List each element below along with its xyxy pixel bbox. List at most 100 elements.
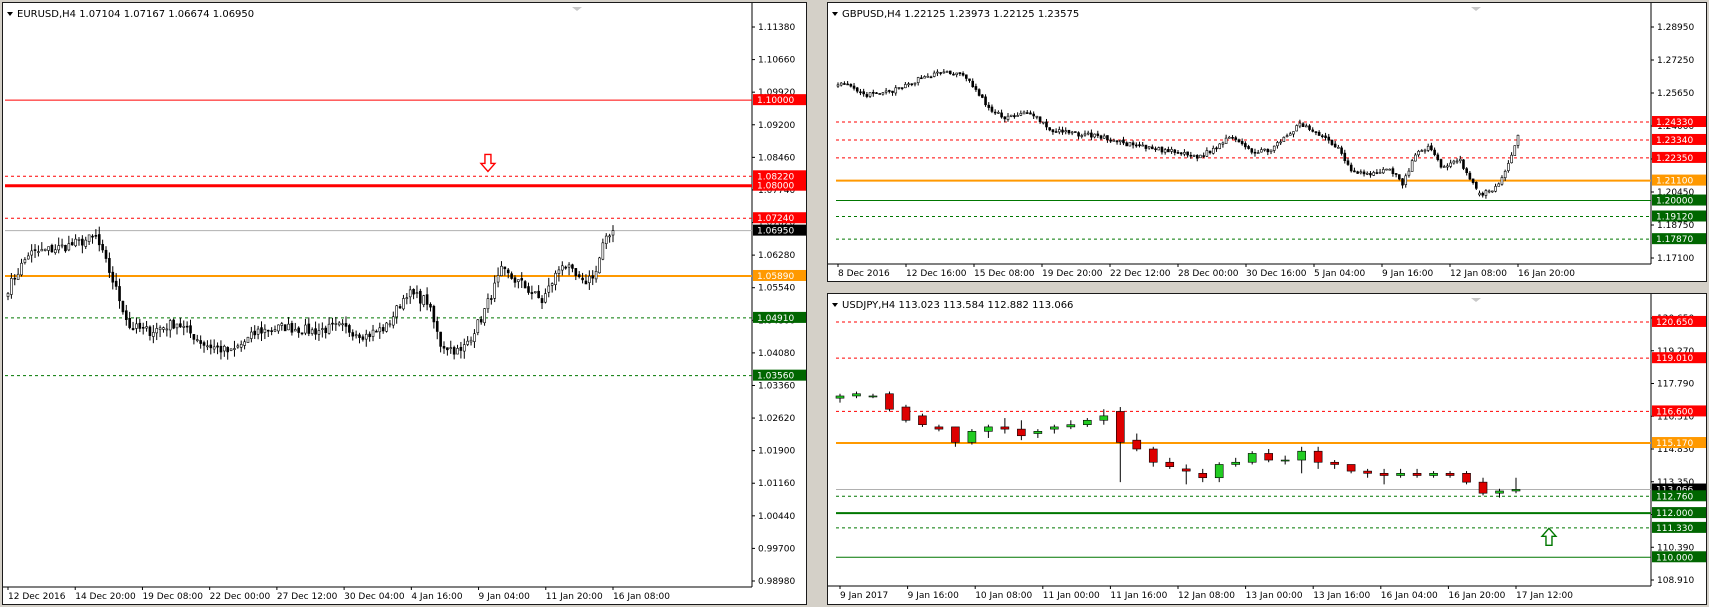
candle-body [517,279,520,282]
candle-body [533,291,537,294]
candle-body [1077,132,1080,137]
candle-body [344,323,348,327]
price-tick-label: 1.11380 [758,23,795,33]
candle-body [54,249,57,254]
candle-body [1388,168,1391,171]
candle-body [1458,158,1462,162]
candle-body [473,333,476,342]
candle-body [1035,115,1039,118]
price-tag-text: 1.19120 [1656,212,1693,222]
chart-canvas-eurusd[interactable]: EURUSD,H4 1.07104 1.07167 1.06674 1.0695… [3,3,807,605]
candle-body [1363,470,1372,474]
candle-body [250,331,253,339]
candle-body [1478,192,1481,196]
candle-body [1260,149,1263,153]
candle-body [500,265,503,277]
candle-body [1032,113,1035,117]
candle-body [371,329,375,337]
candle-body [381,327,385,332]
candle-body [408,289,412,298]
candle-body [1356,171,1359,174]
candle-body [287,323,290,331]
candle-body [206,345,209,348]
candle-body [118,286,121,302]
time-tick-label: 5 Jan 04:00 [1314,269,1366,279]
time-tick-label: 16 Jan 08:00 [613,592,670,602]
candle-body [1449,162,1452,167]
chart-window-eurusd[interactable]: EURUSD,H4 1.07104 1.07167 1.06674 1.0695… [2,2,807,605]
candle-body [20,262,23,276]
candle-body [852,393,861,397]
candle-body [466,340,469,345]
candle-body [179,323,182,328]
candle-body [942,71,946,74]
candle-body [1426,145,1430,151]
candle-body [364,333,368,340]
time-tick-label: 22 Dec 12:00 [1110,269,1171,279]
candle-body [148,326,152,336]
candle-body [1372,172,1375,176]
candle-body [1051,129,1055,133]
time-tick-label: 11 Jan 16:00 [1110,591,1167,601]
candle-body [202,342,206,346]
time-tick-label: 27 Dec 12:00 [277,592,338,602]
candle-body [1282,137,1286,142]
candle-body [1045,121,1048,128]
candle-body [1305,125,1308,128]
candle-body [422,295,426,305]
time-tick-label: 17 Jan 12:00 [1516,591,1573,601]
candle-body [1102,135,1106,139]
candle-body [101,244,104,251]
candle-body [419,290,422,304]
candle-body [236,345,240,348]
price-tick-label: 1.02620 [758,414,795,424]
candle-body [1484,190,1488,196]
time-tick-label: 16 Jan 20:00 [1518,269,1575,279]
candle-body [395,305,398,318]
candle-body [967,431,977,443]
candle-body [540,298,544,304]
candle-body [852,85,856,89]
candle-body [6,293,10,297]
candle-body [1192,155,1196,157]
candle-body [1173,149,1177,153]
candle-body [1003,116,1007,120]
price-tick-label: 1.04080 [758,349,795,359]
chart-canvas-usdjpy[interactable]: USDJPY,H4 113.023 113.584 112.882 113.06… [828,294,1707,605]
chart-canvas-gbpusd[interactable]: GBPUSD,H4 1.22125 1.23973 1.22125 1.2357… [828,3,1707,282]
price-tick-label: 1.10660 [758,56,795,66]
candle-body [1491,190,1494,193]
candle-body [37,251,40,253]
candle-body [1122,139,1125,144]
candle-body [1359,171,1363,174]
candle-body [304,324,307,334]
candle-body [449,347,453,349]
candle-body [564,266,567,269]
candle-body [1272,145,1276,151]
candle-body [226,347,229,353]
chart-window-gbpusd[interactable]: GBPUSD,H4 1.22125 1.23973 1.22125 1.2357… [827,2,1707,282]
chart-window-usdjpy[interactable]: USDJPY,H4 113.023 113.584 112.882 113.06… [827,293,1707,605]
time-tick-label: 13 Jan 16:00 [1313,591,1370,601]
candle-body [1503,170,1507,179]
candle-body [1211,147,1215,154]
time-tick-label: 19 Dec 08:00 [142,592,203,602]
candle-body [611,230,615,236]
candle-body [1234,137,1238,140]
candle-body [968,78,971,81]
candle-body [1115,140,1119,143]
candle-body [1141,144,1145,147]
candle-body [939,72,942,74]
candle-body [1025,112,1029,114]
candle-body [402,298,405,310]
candle-body [47,246,50,251]
chart-menu-icon [832,12,838,16]
candle-body [894,87,898,94]
price-tag-text: 116.600 [1656,407,1693,417]
candle-body [1215,147,1218,150]
candle-body [1365,172,1369,175]
candle-body [1165,461,1175,467]
price-tick-label: 1.18750 [1657,221,1694,231]
candle-body [1231,461,1241,465]
time-tick-label: 11 Jan 00:00 [1043,591,1100,601]
